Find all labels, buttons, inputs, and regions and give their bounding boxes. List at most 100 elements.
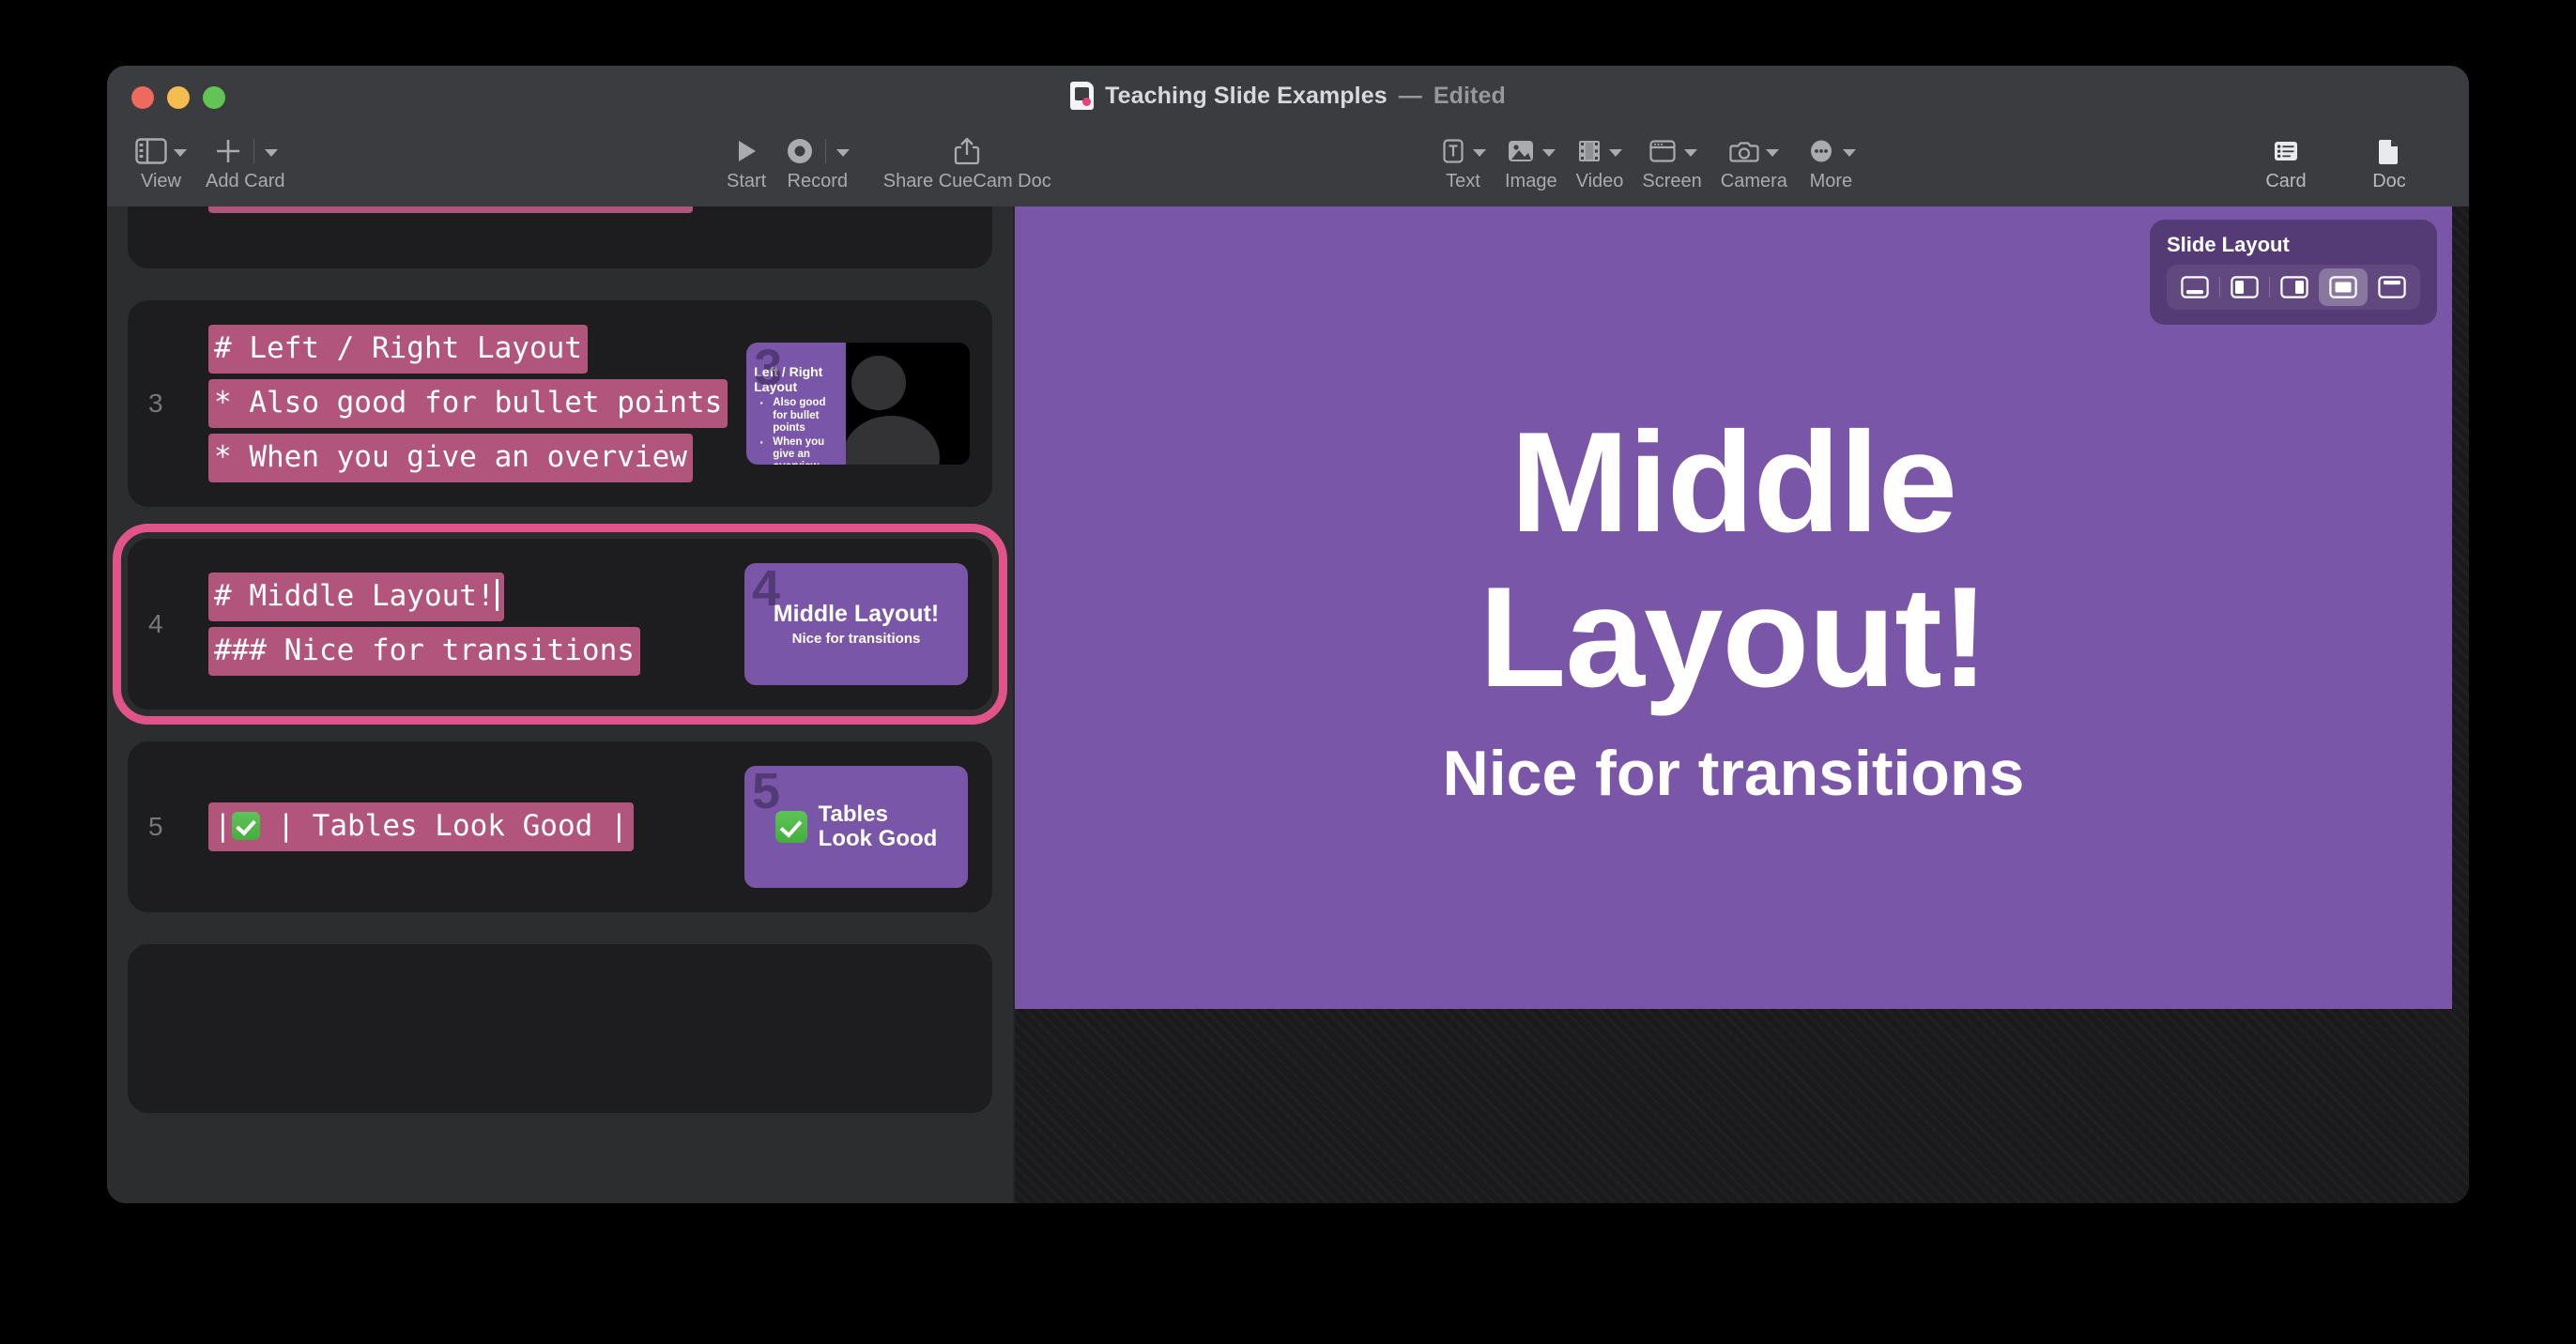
toolbar-view-label: View — [141, 171, 181, 191]
slide-title: Middle Layout! — [1479, 403, 1989, 717]
toolbar-video-label: Video — [1575, 171, 1624, 191]
chevron-down-icon[interactable] — [836, 148, 851, 157]
layout-option-bottom-bar[interactable] — [2170, 268, 2219, 306]
play-icon — [732, 137, 760, 165]
thumbnail-title-line2: Look Good — [818, 826, 938, 852]
toolbar-view-button[interactable]: View — [126, 133, 196, 192]
card-row[interactable]: 5 | | Tables Look Good | 5 Tables Look G… — [128, 741, 992, 913]
toolbar-share-label: Share CueCam Doc — [882, 171, 1051, 191]
thumbnail-number: 3 — [754, 343, 783, 397]
toolbar-doc-button[interactable]: Doc — [2338, 133, 2441, 192]
record-icon — [785, 136, 815, 166]
toolbar-camera-label: Camera — [1720, 171, 1787, 191]
toolbar-share-button[interactable]: Share CueCam Doc — [859, 133, 1075, 192]
chevron-down-icon[interactable] — [1473, 148, 1486, 157]
chevron-down-icon[interactable] — [174, 148, 187, 157]
toolbar-text-button[interactable]: Text — [1431, 133, 1495, 192]
card-thumbnail[interactable]: 5 Tables Look Good — [744, 766, 968, 889]
toolbar-left-group: View Add Card — [126, 133, 295, 210]
card-row[interactable]: 3 # Left / Right Layout * Also good for … — [128, 300, 992, 508]
toolbar-start-button[interactable]: Start — [717, 133, 775, 192]
check-mark-icon — [774, 811, 807, 844]
toolbar-image-button[interactable]: Image — [1495, 133, 1567, 192]
markdown-line[interactable]: * Also good for bullet points — [208, 379, 728, 429]
card-markdown-editor[interactable]: | | Tables Look Good | — [180, 802, 726, 852]
app-window: Teaching Slide Examples — Edited View Ad… — [107, 66, 2469, 1203]
layout-option-left-panel[interactable] — [2220, 268, 2269, 306]
thumbnail-bullet: When you give an overview — [754, 435, 838, 465]
card-markdown-editor[interactable]: that you don't need to zoom — [180, 206, 726, 213]
toolbar-video-button[interactable]: Video — [1567, 133, 1633, 192]
card-row-selected[interactable]: 4 # Middle Layout! ### Nice for transiti… — [113, 524, 1007, 725]
thumbnail-subtitle: Nice for transitions — [791, 631, 921, 648]
check-mark-icon — [231, 812, 260, 841]
markdown-line-text: # Middle Layout! — [214, 579, 495, 614]
toolbar-text-label: Text — [1446, 171, 1480, 191]
markdown-line[interactable]: that you don't need to zoom — [208, 206, 693, 213]
slide-subtitle: Nice for transitions — [1442, 737, 2025, 809]
card-row[interactable] — [128, 944, 992, 1114]
markdown-line[interactable]: * When you give an overview — [208, 434, 693, 483]
card-row[interactable]: that you don't need to zoom you don't ne… — [128, 206, 992, 268]
chevron-down-icon[interactable] — [1609, 148, 1623, 157]
toolbar-start-label: Start — [727, 171, 767, 191]
card-list-scroll: that you don't need to zoom you don't ne… — [107, 206, 1013, 1145]
layout-option-top-bar[interactable] — [2368, 268, 2416, 306]
markdown-line[interactable]: | | Tables Look Good | — [208, 802, 634, 852]
toolbar-screen-label: Screen — [1642, 171, 1702, 191]
slide-layout-options — [2167, 265, 2420, 310]
chevron-down-icon[interactable] — [1542, 148, 1556, 157]
markdown-line[interactable]: # Middle Layout! — [208, 573, 504, 622]
document-icon — [1070, 82, 1095, 110]
slide-canvas[interactable]: Middle Layout! Nice for transitions — [1015, 206, 2452, 1009]
toolbar-card-button[interactable]: Card — [2234, 133, 2338, 192]
card-thumbnail[interactable]: 4 Middle Layout! Nice for transitions — [744, 563, 968, 686]
slide-title-line2: Layout! — [1479, 557, 1989, 717]
sidebar-icon — [135, 138, 167, 164]
toolbar-divider — [825, 139, 827, 163]
toolbar-doc-label: Doc — [2372, 171, 2406, 191]
layout-option-middle[interactable] — [2319, 268, 2368, 306]
toolbar-more-button[interactable]: More — [1797, 133, 1865, 192]
chevron-down-icon[interactable] — [1683, 148, 1697, 157]
card-number: 3 — [148, 389, 163, 419]
card-list-panel[interactable]: that you don't need to zoom you don't ne… — [107, 206, 1015, 1203]
title-bar: Teaching Slide Examples — Edited — [107, 66, 2469, 130]
toolbar-divider — [253, 139, 254, 163]
card-markdown-editor[interactable]: # Left / Right Layout * Also good for bu… — [180, 325, 728, 483]
toolbar-record-button[interactable]: Record — [775, 133, 859, 192]
card-markdown-editor[interactable]: # Middle Layout! ### Nice for transition… — [180, 573, 726, 677]
thumbnail-camera-pane — [846, 343, 971, 466]
window-edited-status: Edited — [1433, 82, 1506, 109]
thumbnail-title: Tables Look Good — [819, 802, 938, 852]
thumbnail-bullet: Also good for bullet points — [754, 395, 838, 435]
thumbnail-number: 5 — [752, 766, 781, 820]
layout-option-right-panel[interactable] — [2270, 268, 2319, 306]
more-icon — [1806, 137, 1836, 165]
markdown-line[interactable]: ### Nice for transitions — [208, 627, 640, 677]
chevron-down-icon[interactable] — [1765, 148, 1779, 157]
chevron-down-icon[interactable] — [1842, 148, 1856, 157]
window-title: Teaching Slide Examples — Edited — [107, 82, 2469, 110]
toolbar-screen-button[interactable]: Screen — [1633, 133, 1710, 192]
toolbar-right-group: Card Doc — [2234, 133, 2441, 210]
card-thumbnail[interactable]: 3 Left / Right Layout Also good for bull… — [746, 343, 971, 466]
toolbar-middle-group: Start Record Share CueCam Doc — [717, 133, 1075, 210]
markdown-line[interactable]: # Left / Right Layout — [208, 325, 588, 374]
text-caret — [495, 579, 498, 612]
toolbar-camera-button[interactable]: Camera — [1711, 133, 1797, 192]
slide-title-line1: Middle — [1510, 403, 1957, 563]
chevron-down-icon[interactable] — [264, 148, 278, 157]
slide-layout-title: Slide Layout — [2167, 233, 2290, 256]
slide-preview-panel: Middle Layout! Nice for transitions Slid… — [1015, 206, 2469, 1203]
window-title-dash: — — [1398, 82, 1422, 109]
toolbar-add-card-button[interactable]: Add Card — [196, 133, 295, 192]
slide-layout-panel: Slide Layout — [2150, 220, 2437, 325]
camera-icon — [1729, 137, 1759, 165]
plus-icon — [213, 136, 243, 166]
toolbar-card-label: Card — [2265, 171, 2307, 191]
toolbar-record-label: Record — [787, 171, 848, 191]
text-icon — [1440, 137, 1466, 165]
window-title-text: Teaching Slide Examples — [1105, 82, 1388, 109]
thumbnail-bullets: Also good for bullet points When you giv… — [754, 395, 838, 465]
